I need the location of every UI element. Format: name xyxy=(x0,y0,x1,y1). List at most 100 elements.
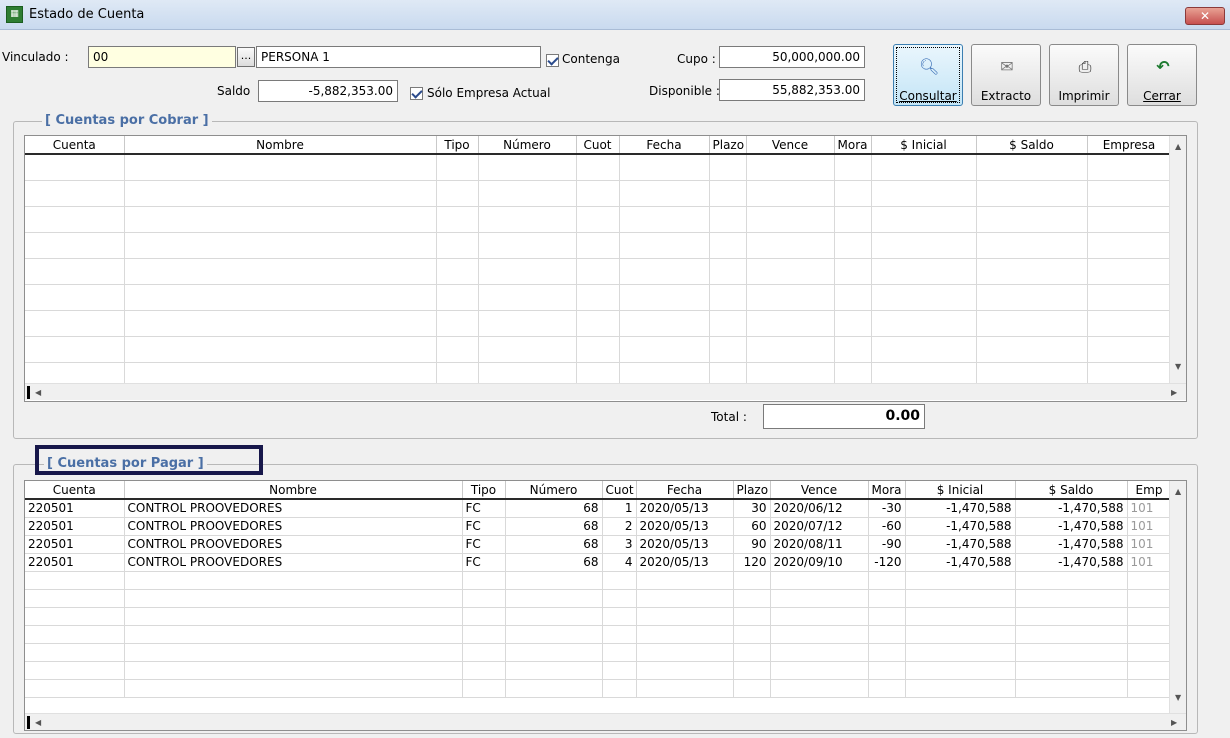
cupo-field[interactable]: 50,000,000.00 xyxy=(719,46,865,68)
table-cell[interactable] xyxy=(602,589,637,608)
table-cell[interactable] xyxy=(25,180,125,207)
table-cell[interactable] xyxy=(733,589,771,608)
table-cell[interactable]: 220501 xyxy=(25,535,125,554)
table-cell[interactable] xyxy=(709,336,747,363)
scroll-left-icon[interactable]: ◀ xyxy=(35,388,41,397)
close-button[interactable]: ✕ xyxy=(1185,7,1225,25)
pagar-col-header[interactable]: Tipo xyxy=(462,481,506,500)
table-cell[interactable] xyxy=(602,607,637,626)
pagar-col-header[interactable]: Nombre xyxy=(124,481,463,500)
pagar-col-header[interactable]: Vence xyxy=(770,481,869,500)
table-cell[interactable] xyxy=(25,679,125,698)
table-cell[interactable] xyxy=(834,284,872,311)
table-cell[interactable] xyxy=(770,643,869,662)
table-cell[interactable]: 60 xyxy=(733,517,771,536)
cobrar-col-header[interactable]: Cuot xyxy=(576,136,620,155)
table-cell[interactable]: 2020/05/13 xyxy=(636,517,734,536)
table-cell[interactable] xyxy=(636,589,734,608)
table-row[interactable] xyxy=(25,284,1172,311)
table-cell[interactable] xyxy=(1127,679,1172,698)
table-cell[interactable] xyxy=(868,661,906,680)
table-cell[interactable]: 2020/05/13 xyxy=(636,553,734,572)
table-cell[interactable] xyxy=(124,258,437,285)
table-cell[interactable] xyxy=(462,607,506,626)
table-cell[interactable] xyxy=(1015,607,1128,626)
table-cell[interactable] xyxy=(733,643,771,662)
cobrar-col-header[interactable]: Tipo xyxy=(436,136,479,155)
table-cell[interactable] xyxy=(636,625,734,644)
table-cell[interactable] xyxy=(976,310,1088,337)
table-cell[interactable] xyxy=(602,679,637,698)
extracto-button[interactable]: ✉ Extracto xyxy=(971,44,1041,106)
table-cell[interactable] xyxy=(905,571,1016,590)
scroll-down-icon[interactable]: ▼ xyxy=(1175,362,1181,371)
table-cell[interactable]: -1,470,588 xyxy=(905,499,1016,518)
table-cell[interactable] xyxy=(871,284,977,311)
table-cell[interactable] xyxy=(478,310,577,337)
table-cell[interactable] xyxy=(1127,625,1172,644)
table-cell[interactable]: 68 xyxy=(505,553,603,572)
table-cell[interactable] xyxy=(770,625,869,644)
table-cell[interactable] xyxy=(709,180,747,207)
table-cell[interactable]: 2020/05/13 xyxy=(636,535,734,554)
table-cell[interactable] xyxy=(478,284,577,311)
table-cell[interactable] xyxy=(576,336,620,363)
table-cell[interactable] xyxy=(124,336,437,363)
table-cell[interactable] xyxy=(746,336,835,363)
table-cell[interactable] xyxy=(1015,679,1128,698)
table-cell[interactable]: -60 xyxy=(868,517,906,536)
table-cell[interactable] xyxy=(602,571,637,590)
pagar-col-header[interactable]: Cuenta xyxy=(25,481,125,500)
scroll-right-icon[interactable]: ▶ xyxy=(1171,718,1177,727)
table-cell[interactable] xyxy=(871,258,977,285)
table-cell[interactable] xyxy=(25,206,125,233)
table-cell[interactable] xyxy=(576,310,620,337)
table-cell[interactable] xyxy=(124,180,437,207)
table-cell[interactable] xyxy=(462,679,506,698)
table-cell[interactable] xyxy=(871,154,977,181)
table-row[interactable] xyxy=(25,336,1172,363)
table-cell[interactable] xyxy=(1087,232,1172,259)
pagar-grid[interactable]: Cuenta Nombre Tipo Número Cuot Fecha Plazo Venc… xyxy=(24,480,1187,731)
table-cell[interactable]: -30 xyxy=(868,499,906,518)
table-cell[interactable] xyxy=(834,258,872,285)
table-cell[interactable] xyxy=(905,589,1016,608)
table-cell[interactable] xyxy=(619,284,710,311)
table-cell[interactable] xyxy=(619,232,710,259)
table-cell[interactable] xyxy=(868,571,906,590)
table-cell[interactable] xyxy=(124,310,437,337)
table-cell[interactable] xyxy=(436,206,479,233)
table-cell[interactable] xyxy=(834,310,872,337)
table-cell[interactable] xyxy=(436,284,479,311)
table-row[interactable] xyxy=(25,180,1172,207)
cobrar-vertical-scrollbar[interactable]: ▲ ▼ xyxy=(1169,136,1186,383)
table-cell[interactable] xyxy=(871,310,977,337)
table-cell[interactable] xyxy=(462,643,506,662)
pagar-col-header[interactable]: $ Saldo xyxy=(1015,481,1128,500)
table-cell[interactable] xyxy=(746,206,835,233)
table-cell[interactable] xyxy=(436,180,479,207)
table-cell[interactable] xyxy=(905,607,1016,626)
scroll-up-icon[interactable]: ▲ xyxy=(1175,142,1181,151)
table-cell[interactable] xyxy=(462,571,506,590)
table-cell[interactable] xyxy=(709,310,747,337)
pagar-col-header[interactable]: $ Inicial xyxy=(905,481,1016,500)
table-cell[interactable]: FC xyxy=(462,499,506,518)
table-cell[interactable] xyxy=(462,625,506,644)
cobrar-col-header[interactable]: Número xyxy=(478,136,577,155)
table-cell[interactable] xyxy=(746,154,835,181)
cerrar-button[interactable]: ↶ Cerrar xyxy=(1127,44,1197,106)
table-cell[interactable]: 101 xyxy=(1127,517,1172,536)
table-cell[interactable] xyxy=(478,206,577,233)
table-cell[interactable] xyxy=(1087,154,1172,181)
table-cell[interactable] xyxy=(636,661,734,680)
table-cell[interactable] xyxy=(770,571,869,590)
table-cell[interactable] xyxy=(636,571,734,590)
table-cell[interactable] xyxy=(505,589,603,608)
table-cell[interactable]: CONTROL PROOVEDORES xyxy=(124,535,463,554)
table-row[interactable] xyxy=(25,643,1172,662)
table-cell[interactable] xyxy=(709,258,747,285)
table-cell[interactable] xyxy=(733,571,771,590)
cobrar-col-header[interactable]: Vence xyxy=(746,136,835,155)
table-cell[interactable] xyxy=(25,154,125,181)
